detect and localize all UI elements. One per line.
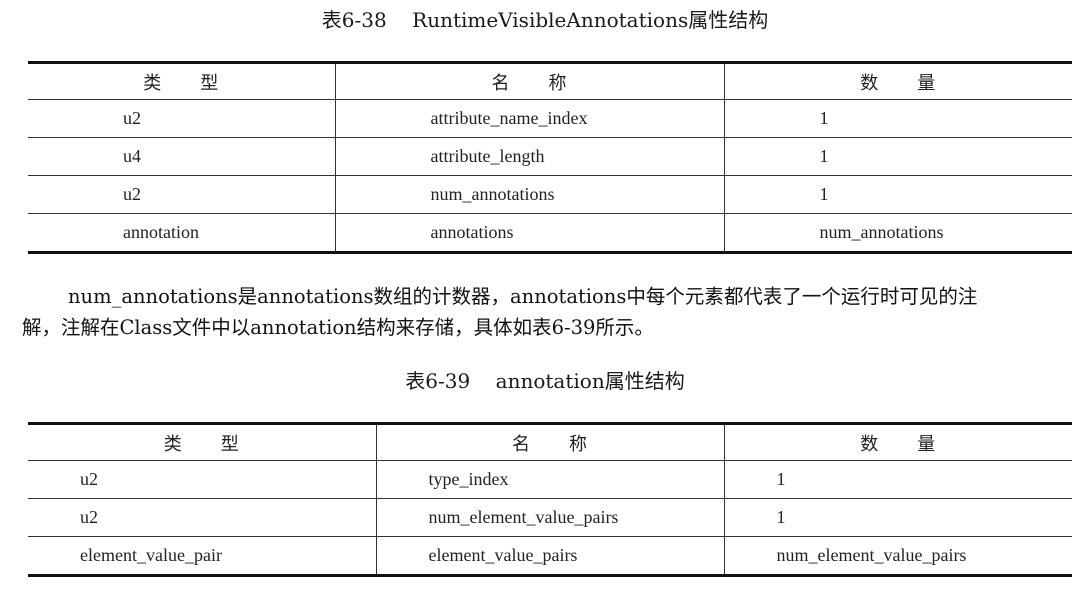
cell-quantity: 1 [723,175,1072,214]
cell-quantity: num_element_value_pairs [723,536,1072,577]
table-row: u4 attribute_length 1 [28,137,1072,176]
cell-type: u2 [28,99,336,138]
cell-name: element_value_pairs [375,536,725,577]
table-row: element_value_pair element_value_pairs n… [28,536,1072,577]
cell-type: u4 [28,137,336,176]
runtime-visible-annotations-table: 类 型 名 称 数 量 u2 attribute_name_index 1 u4… [28,61,1072,254]
header-name: 名 称 [334,61,725,100]
cell-quantity: num_annotations [723,213,1072,254]
cell-quantity: 1 [723,99,1072,138]
cell-type: annotation [28,213,336,254]
body-paragraph: num_annotations是annotations数组的计数器，annota… [22,281,1072,343]
cell-name: attribute_length [334,137,725,176]
table-row: annotation annotations num_annotations [28,213,1072,254]
cell-name: num_element_value_pairs [375,498,725,537]
cell-type: element_value_pair [28,536,377,577]
table-caption-6-38: 表6-38 RuntimeVisibleAnnotations属性结构 [321,8,769,32]
table-caption-6-39: 表6-39 annotation属性结构 [405,369,685,393]
cell-name: type_index [375,460,725,499]
header-type: 类 型 [28,422,377,461]
header-quantity: 数 量 [723,61,1072,100]
table-row: u2 attribute_name_index 1 [28,99,1072,138]
header-quantity: 数 量 [723,422,1072,461]
header-name: 名 称 [375,422,725,461]
cell-quantity: 1 [723,137,1072,176]
cell-type: u2 [28,460,377,499]
table-header-row: 类 型 名 称 数 量 [28,422,1072,461]
header-type: 类 型 [28,61,336,100]
cell-quantity: 1 [723,460,1072,499]
paragraph-line-2: 解，注解在Class文件中以annotation结构来存储，具体如表6-39所示… [22,316,654,339]
paragraph-line-1: num_annotations是annotations数组的计数器，annota… [68,285,978,308]
cell-type: u2 [28,175,336,214]
cell-name: num_annotations [334,175,725,214]
cell-quantity: 1 [723,498,1072,537]
annotation-table: 类 型 名 称 数 量 u2 type_index 1 u2 num_eleme… [28,422,1072,577]
cell-type: u2 [28,498,377,537]
cell-name: annotations [334,213,725,254]
table-header-row: 类 型 名 称 数 量 [28,61,1072,100]
cell-name: attribute_name_index [334,99,725,138]
table-row: u2 num_annotations 1 [28,175,1072,214]
table-row: u2 type_index 1 [28,460,1072,499]
table-row: u2 num_element_value_pairs 1 [28,498,1072,537]
